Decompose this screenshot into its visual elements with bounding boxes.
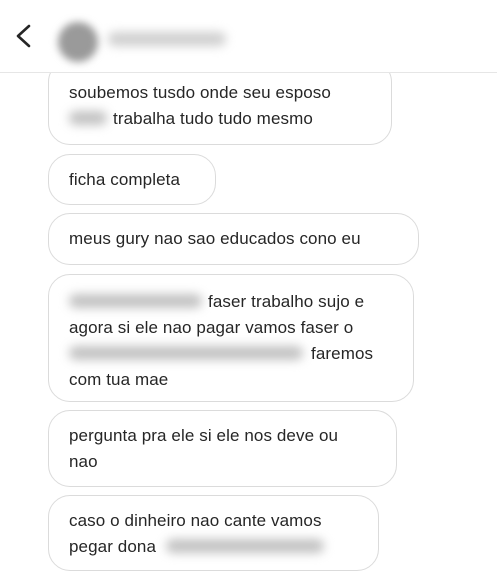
- message-line: faser trabalho sujo e: [69, 289, 393, 315]
- redacted-text: [166, 539, 325, 554]
- message-line: agora si ele nao pagar vamos faser o: [69, 318, 354, 337]
- message-line: pegar dona: [69, 534, 358, 560]
- redacted-text: [69, 111, 107, 126]
- redacted-text: [69, 294, 202, 309]
- message-text: faser trabalho sujo e: [208, 292, 365, 311]
- message-bubble[interactable]: faser trabalho sujo e agora si ele nao p…: [48, 274, 414, 402]
- message-line: caso o dinheiro nao cante vamos: [69, 511, 322, 530]
- message-bubble[interactable]: caso o dinheiro nao cante vamos pegar do…: [48, 495, 379, 571]
- message-line: faremos: [69, 341, 393, 367]
- message-line: soubemos tusdo onde seu esposo: [69, 83, 331, 102]
- message-line: pergunta pra ele si ele nos deve ou: [69, 426, 339, 445]
- message-line: com tua mae: [69, 370, 169, 389]
- message-line: ficha completa: [69, 170, 181, 189]
- message-text: faremos: [311, 344, 374, 363]
- message-text: pegar dona: [69, 537, 157, 556]
- message-bubble[interactable]: meus gury nao sao educados cono eu: [48, 213, 419, 265]
- message-line: meus gury nao sao educados cono eu: [69, 229, 361, 248]
- chevron-left-icon: [16, 24, 31, 48]
- message-text: trabalha tudo tudo mesmo: [113, 109, 313, 128]
- back-button[interactable]: [8, 20, 40, 52]
- chat-header: [0, 0, 497, 73]
- message-bubble[interactable]: pergunta pra ele si ele nos deve ou nao: [48, 410, 397, 487]
- message-line: nao: [69, 452, 98, 471]
- avatar[interactable]: [58, 22, 98, 62]
- message-bubble[interactable]: soubemos tusdo onde seu esposo trabalha …: [48, 72, 392, 145]
- redacted-text: [69, 346, 303, 361]
- message-line: trabalha tudo tudo mesmo: [69, 106, 371, 132]
- redacted-username[interactable]: [108, 32, 226, 46]
- message-thread[interactable]: soubemos tusdo onde seu esposo trabalha …: [0, 72, 497, 577]
- message-bubble[interactable]: ficha completa: [48, 154, 216, 205]
